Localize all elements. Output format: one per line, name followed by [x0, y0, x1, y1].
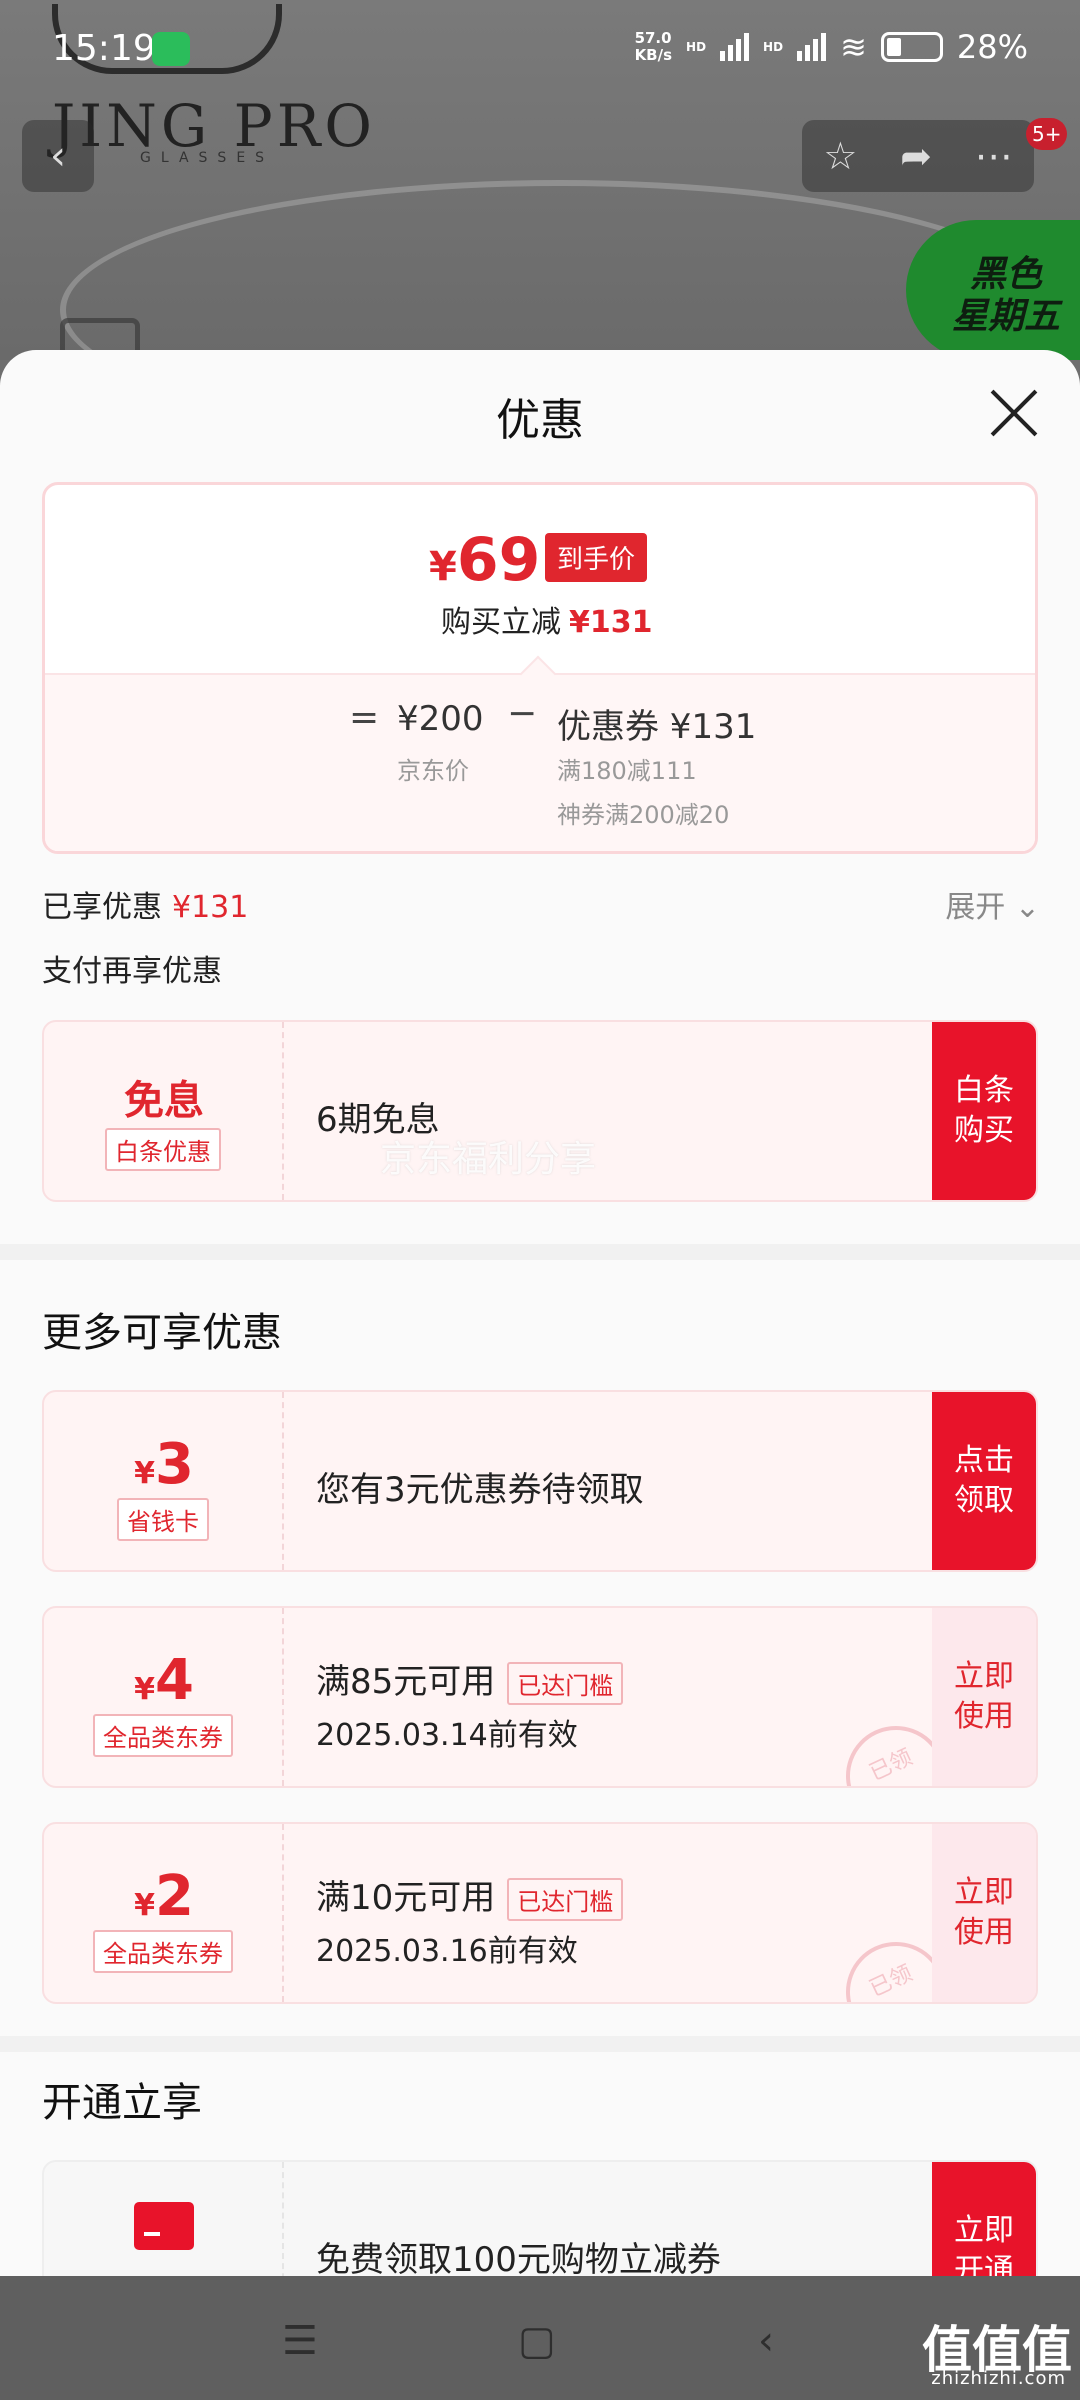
minus-sign: − [507, 693, 538, 734]
more-icon[interactable]: ⋯ [975, 134, 1013, 178]
network-speed: 57.0 KB/s [634, 29, 673, 64]
card-left [44, 2162, 284, 2276]
final-price-area: ¥69 到手价 购买立减 ¥131 [45, 485, 1035, 673]
coupon-rule: 满85元可用 已达门槛 [316, 1654, 624, 1705]
use-now-button[interactable]: 立即 使用 [932, 1608, 1036, 1786]
star-icon[interactable]: ☆ [823, 134, 857, 178]
hd-label-1: HD [686, 40, 707, 54]
coupon-rule: 神券满200减20 [557, 801, 730, 829]
coupon-valid-date: 2025.03.14前有效 [316, 1718, 578, 1753]
enjoyed-discount: 已享优惠 ¥131 [42, 890, 249, 925]
status-time: 15:19 [52, 28, 156, 69]
battery-icon [880, 32, 943, 62]
coupon-valid-date: 2025.03.16前有效 [316, 1934, 578, 1969]
section-divider [0, 1244, 1080, 1260]
hd-label-2: HD [763, 40, 784, 54]
top-action-bar: ☆ ➦ ⋯ [802, 120, 1034, 192]
open-card: 免费领取100元购物立减券 立即 开通 [42, 2160, 1038, 2276]
site-url: zhizhizhi.com [931, 2368, 1066, 2389]
share-icon[interactable]: ➦ [900, 134, 932, 178]
card-big-text: 免息 [124, 1078, 204, 1124]
menu-icon[interactable]: ☰ [282, 2318, 318, 2364]
card-subtag: 省钱卡 [117, 1498, 209, 1541]
threshold-badge: 已达门槛 [507, 1878, 624, 1921]
card-amount: ¥2 [134, 1864, 194, 1929]
coupon-rule: 满10元可用 已达门槛 [316, 1870, 624, 1921]
discount-sheet: 优惠 ¥69 到手价 购买立减 ¥131 = ¥200 京东价 − 优惠券 ¥13… [0, 350, 1080, 2276]
coupon-rule: 满180减111 [557, 757, 697, 785]
card-subtag: 白条优惠 [105, 1128, 221, 1171]
open-now-button[interactable]: 立即 开通 [932, 2162, 1036, 2276]
back-icon[interactable]: ‹ [758, 2318, 774, 2364]
wifi-icon: ≋ [840, 28, 867, 66]
status-bar: 15:19 57.0 KB/s HD HD ≋ 28% [0, 0, 1080, 100]
notification-badge: 5+ [1026, 118, 1068, 150]
chevron-down-icon: ⌄ [1014, 890, 1040, 925]
watermark: 京东福利分享 [380, 1139, 597, 1180]
card-left: ¥3 省钱卡 [44, 1392, 284, 1570]
discount-line: 购买立减 ¥131 [441, 605, 653, 640]
home-icon[interactable]: ▢ [518, 2318, 556, 2364]
use-now-button[interactable]: 立即 使用 [932, 1824, 1036, 2002]
battery-percent: 28% [956, 28, 1028, 66]
system-nav-bar: ☰ ▢ ‹ [0, 2276, 1080, 2400]
card-left: ¥2 全品类东券 [44, 1824, 284, 2002]
coupon-card: ¥2 全品类东券 满10元可用 已达门槛 2025.03.16前有效 已领 立即 … [42, 1822, 1038, 2004]
card-subtag: 全品类东券 [93, 1930, 233, 1973]
black-friday-tag: 黑色 星期五 [906, 220, 1080, 360]
wechat-icon [152, 32, 190, 66]
card-amount: ¥3 [134, 1432, 194, 1497]
equals-sign: = [349, 697, 380, 738]
card-left: ¥4 全品类东券 [44, 1608, 284, 1786]
baitiao-buy-button[interactable]: 白条 购买 [932, 1022, 1036, 1200]
signal-icon [720, 33, 750, 61]
final-price-tag: 到手价 [545, 533, 648, 582]
price-breakdown: = ¥200 京东价 − 优惠券 ¥131 满180减111 神券满200减20 [45, 673, 1035, 851]
brand-subtitle: GLASSES [140, 150, 275, 166]
threshold-badge: 已达门槛 [507, 1662, 624, 1705]
sheet-title: 优惠 [496, 395, 584, 446]
status-right: 57.0 KB/s HD HD ≋ 28% [635, 28, 1028, 66]
save-card: ¥3 省钱卡 您有3元优惠券待领取 点击 领取 [42, 1390, 1038, 1572]
card-icon [134, 2202, 194, 2250]
card-subtag: 全品类东券 [93, 1714, 233, 1757]
card-amount: ¥4 [134, 1648, 194, 1713]
final-price: ¥69 [429, 525, 541, 595]
coupon-amount: 优惠券 ¥131 [557, 707, 757, 747]
open-section-title: 开通立享 [42, 2080, 202, 2126]
more-section-title: 更多可享优惠 [42, 1310, 282, 1356]
jd-price: ¥200 [397, 699, 484, 739]
card-text: 免费领取100元购物立减券 [316, 2240, 721, 2276]
chevron-left-icon: ‹ [50, 133, 66, 179]
signal-icon-2 [797, 33, 827, 61]
close-icon[interactable] [990, 388, 1040, 438]
jd-price-label: 京东价 [397, 757, 469, 785]
coupon-card: ¥4 全品类东券 满85元可用 已达门槛 2025.03.14前有效 已领 立即 … [42, 1606, 1038, 1788]
card-left: 免息 白条优惠 [44, 1022, 284, 1200]
price-summary-box: ¥69 到手价 购买立减 ¥131 = ¥200 京东价 − 优惠券 ¥131 满… [42, 482, 1038, 854]
back-button[interactable]: ‹ [22, 120, 94, 192]
pay-more-label: 支付再享优惠 [42, 954, 222, 989]
section-divider [0, 2036, 1080, 2052]
card-text: 您有3元优惠券待领取 [316, 1470, 644, 1510]
expand-toggle[interactable]: 展开 ⌄ [945, 882, 1040, 926]
claim-button[interactable]: 点击 领取 [932, 1392, 1036, 1570]
